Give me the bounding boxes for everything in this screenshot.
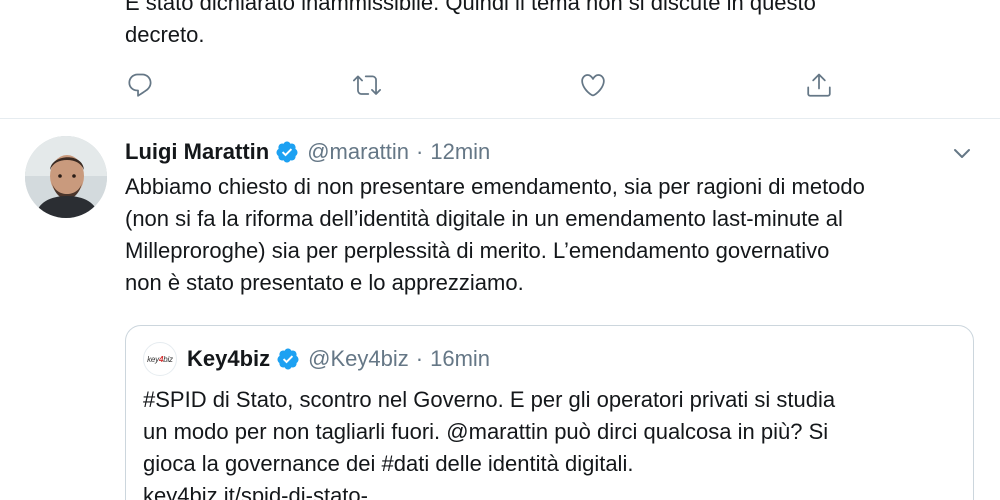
- tweet-text-line: Abbiamo chiesto di non presentare emenda…: [125, 174, 865, 199]
- more-options-button[interactable]: [950, 141, 974, 165]
- tweet-text-line: non è stato presentato e lo apprezziamo.: [125, 270, 524, 295]
- verified-badge-icon: [275, 140, 299, 164]
- tweet-text-line: Milleproroghe) sia per perplessità di me…: [125, 238, 830, 263]
- previous-tweet-text: È stato dichiarato inammissibile. Quindi…: [125, 0, 965, 51]
- share-button[interactable]: [802, 68, 836, 102]
- separator-dot: ·: [415, 346, 424, 371]
- verified-badge-icon: [276, 347, 300, 371]
- quoted-tweet-header: key4biz Key4biz @Key4biz · 16min: [143, 342, 491, 376]
- quoted-display-name: Key4biz: [187, 346, 271, 371]
- chevron-down-icon: [954, 149, 970, 158]
- quoted-tweet-text-line: gioca la governance dei #dati delle iden…: [143, 451, 634, 476]
- tweet-text: Abbiamo chiesto di non presentare emenda…: [125, 171, 975, 299]
- like-button[interactable]: [576, 68, 610, 102]
- previous-tweet-text-line: È stato dichiarato inammissibile. Quindi…: [125, 0, 816, 15]
- tweet-text-line: (non si fa la riforma dell’identità digi…: [125, 206, 843, 231]
- quoted-tweet[interactable]: key4biz Key4biz @Key4biz · 16min #SPID d…: [125, 325, 974, 500]
- previous-tweet[interactable]: È stato dichiarato inammissibile. Quindi…: [0, 0, 1000, 119]
- separator-dot: ·: [416, 139, 424, 164]
- quoted-tweet-text-line: #SPID di Stato, scontro nel Governo. E p…: [143, 387, 836, 412]
- quoted-avatar: key4biz: [143, 342, 177, 376]
- quoted-tweet-link[interactable]: key4biz.it/spid-di-stato-: [143, 480, 963, 500]
- avatar-image: [25, 136, 107, 218]
- tweet-actions: [0, 68, 1000, 102]
- quoted-username-handle: @Key4biz: [308, 346, 409, 371]
- tweet-header: Luigi Marattin @marattin · 12min: [125, 137, 490, 167]
- retweet-icon: [353, 75, 381, 95]
- display-name[interactable]: Luigi Marattin: [125, 139, 269, 165]
- reply-icon: [128, 73, 152, 97]
- reply-button[interactable]: [123, 68, 157, 102]
- timestamp[interactable]: 12min: [430, 139, 490, 165]
- tweet[interactable]: Luigi Marattin @marattin · 12min Abbiamo…: [0, 119, 1000, 500]
- quoted-tweet-text-line: un modo per non tagliarli fuori. @maratt…: [143, 419, 829, 444]
- heart-icon: [581, 74, 605, 97]
- quoted-timestamp: 16min: [430, 346, 491, 371]
- retweet-button[interactable]: [350, 68, 384, 102]
- quoted-avatar-logo: key4biz: [147, 354, 173, 364]
- timeline: È stato dichiarato inammissibile. Quindi…: [0, 0, 1000, 500]
- avatar[interactable]: [25, 136, 107, 218]
- previous-tweet-text-line: decreto.: [125, 22, 205, 47]
- username-handle[interactable]: @marattin: [307, 139, 409, 165]
- quoted-tweet-text: #SPID di Stato, scontro nel Governo. E p…: [143, 384, 963, 500]
- share-icon: [807, 73, 831, 97]
